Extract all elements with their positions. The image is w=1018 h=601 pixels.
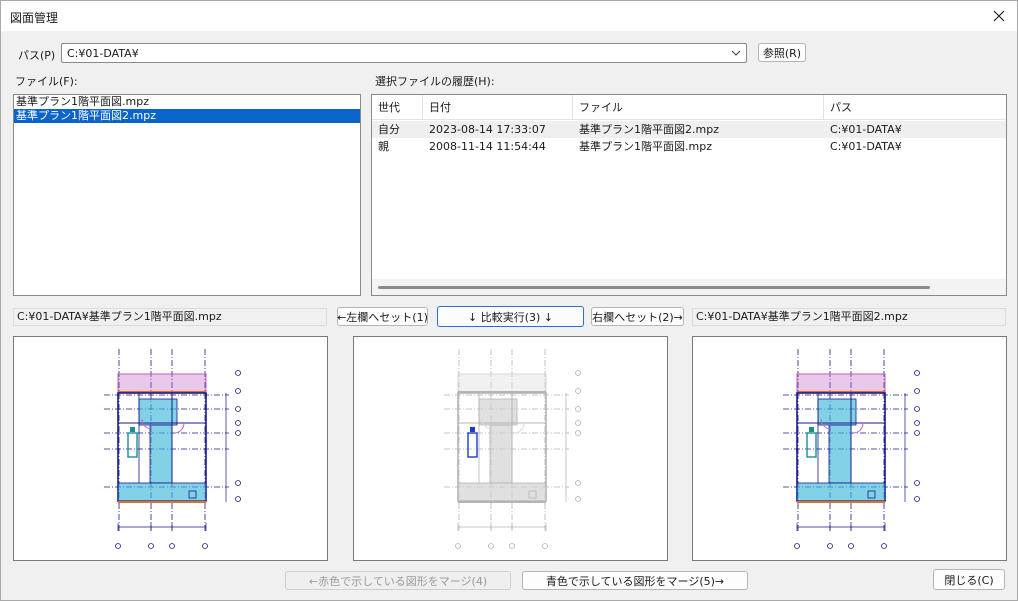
grid-bubble [575,388,581,394]
files-label: ファイル(F): [15,75,78,88]
grid-bubble [509,543,515,549]
compare-run-button[interactable]: ↓ 比較実行(3) ↓ [437,306,584,327]
merge-blue-button[interactable]: 青色で示している図形をマージ(5)→ [522,571,748,590]
grid-bubble [169,543,175,549]
table-row[interactable]: 親 2008-11-14 11:54:44 基準プラン1階平面図.mpz C:¥… [372,138,1006,155]
grid-bubble [235,430,241,436]
sink-fixture [809,427,814,432]
grid-bubble [848,543,854,549]
grid-bubble [827,543,833,549]
right-file-path: C:¥01-DATA¥基準プラン1階平面図2.mpz [692,308,1006,326]
window-title: 図面管理 [10,11,59,25]
grid-bubble [488,543,494,549]
floor-plan-diff-drawing [444,349,581,549]
grid-bubble [575,496,581,502]
grid-bubble [202,543,208,549]
set-left-button[interactable]: ←左欄へセット(1) [337,307,428,326]
grid-bubble [235,480,241,486]
grid-bubble [575,406,581,412]
grid-bubble [235,420,241,426]
grid-bubble [235,496,241,502]
kitchen-counter [806,432,817,458]
grid-bubble [914,496,920,502]
scrollbar-thumb[interactable] [378,286,930,289]
grid-bubble [914,370,920,376]
cell-generation: 親 [378,140,389,153]
chevron-down-icon[interactable] [731,49,741,57]
column-header-file[interactable]: ファイル [573,95,824,120]
file-listbox[interactable]: 基準プラン1階平面図.mpz 基準プラン1階平面図2.mpz [13,94,361,296]
grid-bubble [115,543,121,549]
grid-bubble [914,480,920,486]
hall-area [828,424,852,484]
diff-drawing-preview[interactable] [353,336,668,561]
column-header-generation[interactable]: 世代 [372,95,423,120]
hall-area [149,424,173,484]
horizontal-scrollbar[interactable] [372,279,1006,295]
sink-fixture [470,427,475,432]
right-drawing-preview[interactable] [692,336,1007,561]
grid-bubble [235,370,241,376]
column-header-date[interactable]: 日付 [423,95,573,120]
floor-plan-drawing [783,349,920,549]
cell-generation: 自分 [378,123,400,136]
grid-bubble [794,543,800,549]
title-bar: 図面管理 [1,1,1017,31]
grid-bubble [148,543,154,549]
browse-button[interactable]: 参照(R) [758,43,806,62]
wet-area [478,398,518,426]
cell-file: 基準プラン1階平面図.mpz [579,140,712,153]
floor-plan-drawing [104,349,241,549]
wet-area [138,398,178,426]
grid-bubble [455,543,461,549]
grid-bubble [914,420,920,426]
path-label: パス(P) [18,49,56,62]
set-right-button[interactable]: 右欄へセット(2)→ [591,307,684,326]
close-window-button[interactable] [981,1,1017,31]
cell-path: C:¥01-DATA¥ [830,123,902,136]
grid-bubble [575,480,581,486]
cell-file: 基準プラン1階平面図2.mpz [579,123,719,136]
left-file-path: C:¥01-DATA¥基準プラン1階平面図.mpz [13,308,327,326]
grid-bubble [575,370,581,376]
balcony-area [796,373,886,393]
path-combobox[interactable]: C:¥01-DATA¥ [61,43,747,63]
grid-bubble [881,543,887,549]
hall-area [489,424,513,484]
kitchen-counter [127,432,138,458]
left-drawing-preview[interactable] [13,336,328,561]
wet-area [817,398,857,426]
cell-date: 2023-08-14 17:33:07 [429,123,546,136]
dialog-window: 図面管理 パス(P) C:¥01-DATA¥ 参照(R) ファイル(F): 選択… [0,0,1018,601]
cell-date: 2008-11-14 11:54:44 [429,140,546,153]
path-value: C:¥01-DATA¥ [67,47,139,60]
grid-bubble [542,543,548,549]
balcony-area [457,373,547,393]
file-list-item[interactable]: 基準プラン1階平面図.mpz [14,95,360,109]
table-row[interactable]: 自分 2023-08-14 17:33:07 基準プラン1階平面図2.mpz C… [372,121,1006,138]
grid-bubble [575,430,581,436]
balcony-area [117,373,207,393]
cell-path: C:¥01-DATA¥ [830,140,902,153]
history-label: 選択ファイルの履歴(H): [375,75,495,88]
grid-bubble [914,430,920,436]
grid-bubble [235,406,241,412]
file-list-item-selected[interactable]: 基準プラン1階平面図2.mpz [14,109,360,123]
kitchen-counter [467,432,478,458]
history-table[interactable]: 世代 日付 ファイル パス 自分 2023-08-14 17:33:07 基準プ… [371,94,1007,296]
close-button[interactable]: 閉じる(C) [933,569,1005,590]
merge-red-button[interactable]: ←赤色で示している図形をマージ(4) [285,571,511,590]
history-header: 世代 日付 ファイル パス [372,95,1006,120]
grid-bubble [575,420,581,426]
grid-bubble [235,388,241,394]
column-header-path[interactable]: パス [824,95,1006,120]
close-icon [993,10,1005,22]
grid-bubble [914,388,920,394]
grid-bubble [914,406,920,412]
sink-fixture [130,427,135,432]
